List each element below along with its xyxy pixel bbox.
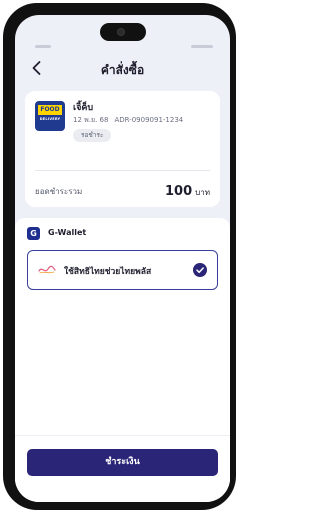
merchant-logo-bottom: DELIVERY — [39, 117, 61, 121]
phone-frame: คำสั่งซื้อ FOOD DELIVERY เจิ้ค็บ 12 พ.ย.… — [3, 3, 236, 510]
merchant-logo-top: FOOD — [38, 105, 62, 115]
payment-option-thai-help-thai-plus[interactable]: ใช้สิทธิไทยช่วยไทยพลัส — [27, 250, 218, 290]
divider — [35, 170, 210, 171]
total-unit: บาท — [195, 188, 210, 197]
page-title: คำสั่งซื้อ — [100, 63, 145, 77]
pay-button[interactable]: ชำระเงิน — [27, 449, 218, 476]
order-reference: ADR-0909091-1234 — [114, 116, 184, 124]
wallet-name: G-Wallet — [48, 228, 87, 237]
status-time-mark — [35, 45, 51, 48]
total-value: 100 บาท — [165, 180, 210, 199]
status-bar — [15, 43, 230, 53]
total-amount: 100 — [165, 184, 193, 199]
total-label: ยอดชำระรวม — [35, 187, 83, 196]
order-card: FOOD DELIVERY เจิ้ค็บ 12 พ.ย. 68 ADR-0909… — [25, 91, 220, 207]
front-camera-icon — [117, 28, 125, 36]
page-header: คำสั่งซื้อ — [15, 53, 230, 83]
volume-down-key — [3, 131, 7, 173]
status-badge: รอชำระ — [73, 129, 112, 142]
campaign-logo-icon — [38, 265, 56, 274]
merchant-name: เจิ้ค็บ — [73, 103, 94, 113]
volume-up-key — [3, 95, 7, 117]
g-wallet-logo-icon: G — [27, 227, 40, 240]
check-circle-icon[interactable] — [193, 263, 207, 277]
bottom-action-bar: ชำระเงิน — [15, 435, 230, 502]
order-meta: 12 พ.ย. 68 ADR-0909091-1234 — [73, 115, 183, 126]
camera-notch — [100, 23, 146, 41]
status-icons-mark — [191, 45, 213, 48]
order-date: 12 พ.ย. 68 — [73, 116, 109, 124]
app-screen: คำสั่งซื้อ FOOD DELIVERY เจิ้ค็บ 12 พ.ย.… — [15, 15, 230, 502]
payment-option-label: ใช้สิทธิไทยช่วยไทยพลัส — [64, 267, 152, 277]
power-key — [232, 121, 236, 177]
merchant-logo: FOOD DELIVERY — [35, 101, 65, 131]
